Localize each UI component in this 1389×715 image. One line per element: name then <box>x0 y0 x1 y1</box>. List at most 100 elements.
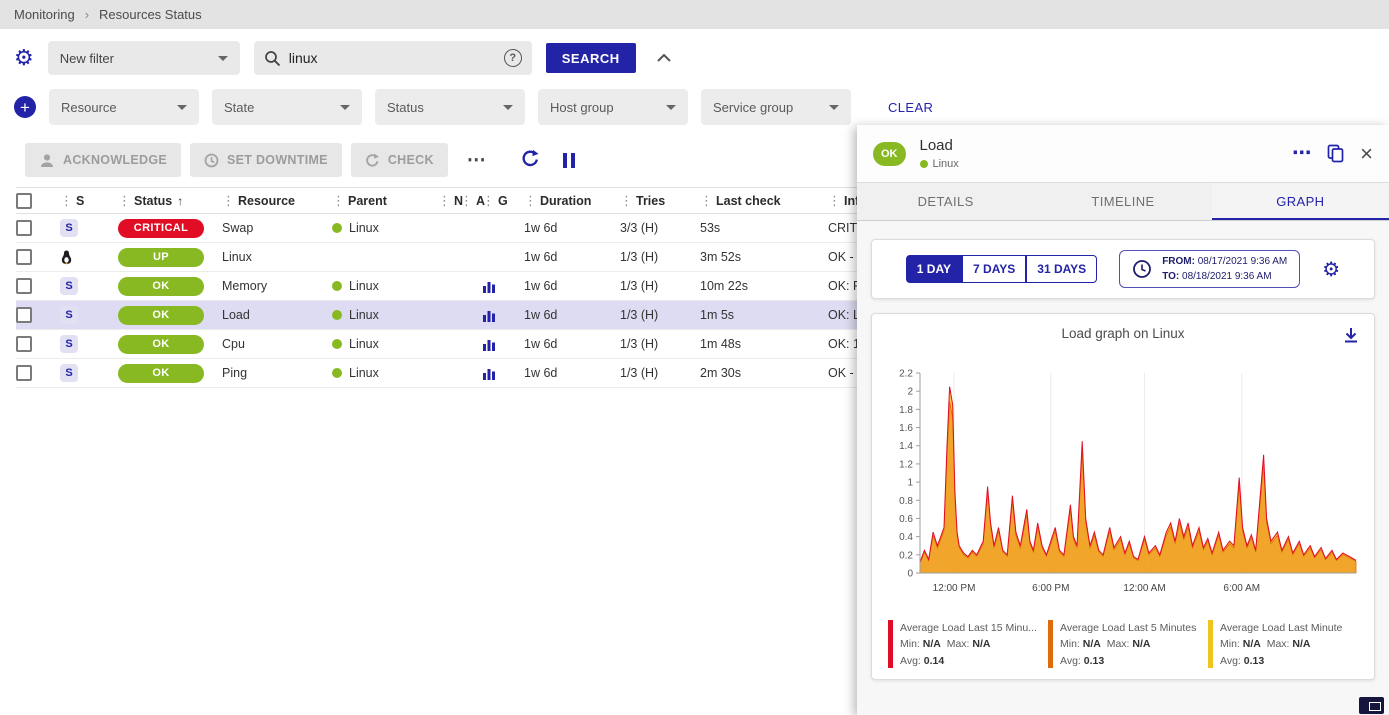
fullscreen-toggle-icon[interactable] <box>1359 697 1384 714</box>
close-panel-icon[interactable]: × <box>1360 143 1373 165</box>
parent-name[interactable]: Linux <box>349 366 379 380</box>
sort-ascending-icon[interactable]: ↑ <box>177 194 183 208</box>
row-checkbox[interactable] <box>16 307 32 323</box>
tab-timeline[interactable]: TIMELINE <box>1034 183 1211 220</box>
column-drag-icon[interactable]: ⋮ <box>524 193 537 209</box>
refresh-icon <box>521 149 540 168</box>
column-header-tries[interactable]: Tries <box>636 194 665 208</box>
refresh-button[interactable] <box>521 149 540 171</box>
svg-text:6:00 PM: 6:00 PM <box>1032 583 1069 594</box>
tab-graph[interactable]: GRAPH <box>1212 183 1389 220</box>
search-icon <box>264 50 281 67</box>
more-actions-button[interactable]: ⋯ <box>457 149 498 172</box>
row-checkbox[interactable] <box>16 365 32 381</box>
saved-filter-select[interactable]: New filter <box>48 41 240 75</box>
row-checkbox[interactable] <box>16 249 32 265</box>
set-downtime-button[interactable]: SET DOWNTIME <box>190 143 342 177</box>
svg-text:1.8: 1.8 <box>899 405 913 416</box>
graph-chart-icon[interactable] <box>482 338 496 351</box>
load-graph[interactable]: 12:00 PM6:00 PM12:00 AM6:00 AM00.20.40.6… <box>878 359 1366 611</box>
copy-link-icon[interactable] <box>1327 144 1344 163</box>
resource-name[interactable]: Ping <box>222 366 332 380</box>
period-31-days-button[interactable]: 31 DAYS <box>1026 255 1097 283</box>
last-check-cell: 1m 48s <box>700 337 828 351</box>
parent-name[interactable]: Linux <box>349 337 379 351</box>
resource-name[interactable]: Memory <box>222 279 332 293</box>
custom-time-range-button[interactable]: FROM: 08/17/2021 9:36 AM TO: 08/18/2021 … <box>1119 250 1300 288</box>
search-input[interactable] <box>289 50 496 66</box>
resource-details-panel: OK Load Linux ⋯ × DETAILS TIMELINE GRAPH… <box>857 125 1389 715</box>
parent-name[interactable]: Linux <box>349 279 379 293</box>
column-drag-icon[interactable]: ⋮ <box>620 193 633 209</box>
legend-item[interactable]: Average Load Last 5 Minutes Min: N/A Max… <box>1048 620 1198 669</box>
state-filter-select[interactable]: State <box>212 89 362 125</box>
panel-more-icon[interactable]: ⋯ <box>1292 142 1311 165</box>
check-button[interactable]: CHECK <box>351 143 448 177</box>
resource-name[interactable]: Swap <box>222 221 332 235</box>
column-header-graph[interactable]: G <box>498 194 508 208</box>
clear-filters-link[interactable]: CLEAR <box>888 100 933 115</box>
column-drag-icon[interactable]: ⋮ <box>828 193 841 209</box>
row-checkbox[interactable] <box>16 336 32 352</box>
svg-text:0.8: 0.8 <box>899 496 913 507</box>
column-header-type[interactable]: S <box>76 194 84 208</box>
pause-auto-refresh-button[interactable] <box>563 153 575 168</box>
min-label: Min: <box>900 638 920 650</box>
collapse-filters-chevron-icon[interactable] <box>656 53 672 63</box>
service-group-filter-select[interactable]: Service group <box>701 89 851 125</box>
add-filter-criteria-icon[interactable]: + <box>14 96 36 118</box>
parent-status-dot <box>332 310 342 320</box>
parent-name[interactable]: Linux <box>349 308 379 322</box>
column-header-duration[interactable]: Duration <box>540 194 591 208</box>
legend-series-name: Average Load Last Minute <box>1220 620 1342 636</box>
panel-parent-name[interactable]: Linux <box>933 158 959 170</box>
resource-name[interactable]: Cpu <box>222 337 332 351</box>
search-help-icon[interactable]: ? <box>504 49 522 67</box>
parent-name[interactable]: Linux <box>349 221 379 235</box>
host-os-icon <box>60 250 73 265</box>
column-drag-icon[interactable]: ⋮ <box>332 193 345 209</box>
graph-chart-icon[interactable] <box>482 280 496 293</box>
acknowledge-button[interactable]: ACKNOWLEDGE <box>25 143 181 177</box>
search-button[interactable]: SEARCH <box>546 43 636 73</box>
search-box[interactable]: ? <box>254 41 532 75</box>
graph-chart-icon[interactable] <box>482 309 496 322</box>
column-header-status[interactable]: Status <box>134 194 172 208</box>
status-filter-select[interactable]: Status <box>375 89 525 125</box>
resource-name[interactable]: Linux <box>222 250 332 264</box>
row-checkbox[interactable] <box>16 278 32 294</box>
filter-settings-gear-icon[interactable]: ⚙ <box>14 47 34 69</box>
column-header-parent[interactable]: Parent <box>348 194 387 208</box>
column-drag-icon[interactable]: ⋮ <box>60 193 73 209</box>
resource-name[interactable]: Load <box>222 308 332 322</box>
resource-filter-select[interactable]: Resource <box>49 89 199 125</box>
column-drag-icon[interactable]: ⋮ <box>438 193 451 209</box>
breadcrumb: Monitoring › Resources Status <box>0 0 1389 29</box>
min-label: Min: <box>1060 638 1080 650</box>
row-checkbox[interactable] <box>16 220 32 236</box>
host-group-filter-select[interactable]: Host group <box>538 89 688 125</box>
column-drag-icon[interactable]: ⋮ <box>460 193 473 209</box>
column-drag-icon[interactable]: ⋮ <box>700 193 713 209</box>
period-1-day-button[interactable]: 1 DAY <box>906 255 962 283</box>
column-header-last-check[interactable]: Last check <box>716 194 781 208</box>
breadcrumb-monitoring[interactable]: Monitoring <box>14 7 75 22</box>
column-drag-icon[interactable]: ⋮ <box>482 193 495 209</box>
graph-chart-icon[interactable] <box>482 367 496 380</box>
chevron-down-icon <box>218 56 228 61</box>
legend-item[interactable]: Average Load Last 15 Minu... Min: N/A Ma… <box>888 620 1038 669</box>
breadcrumb-resources-status[interactable]: Resources Status <box>99 7 202 22</box>
column-header-resource[interactable]: Resource <box>238 194 295 208</box>
graph-settings-gear-icon[interactable]: ⚙ <box>1322 257 1340 282</box>
period-7-days-button[interactable]: 7 DAYS <box>962 255 1026 283</box>
tab-details[interactable]: DETAILS <box>857 183 1034 220</box>
max-label: Max: <box>1267 638 1290 650</box>
column-drag-icon[interactable]: ⋮ <box>222 193 235 209</box>
resource-filter-label: Resource <box>61 100 117 115</box>
column-drag-icon[interactable]: ⋮ <box>118 193 131 209</box>
tries-cell: 1/3 (H) <box>620 279 700 293</box>
tries-cell: 1/3 (H) <box>620 337 700 351</box>
legend-item[interactable]: Average Load Last Minute Min: N/A Max: N… <box>1208 620 1358 669</box>
export-download-icon[interactable] <box>1342 326 1360 344</box>
select-all-checkbox[interactable] <box>16 193 32 209</box>
